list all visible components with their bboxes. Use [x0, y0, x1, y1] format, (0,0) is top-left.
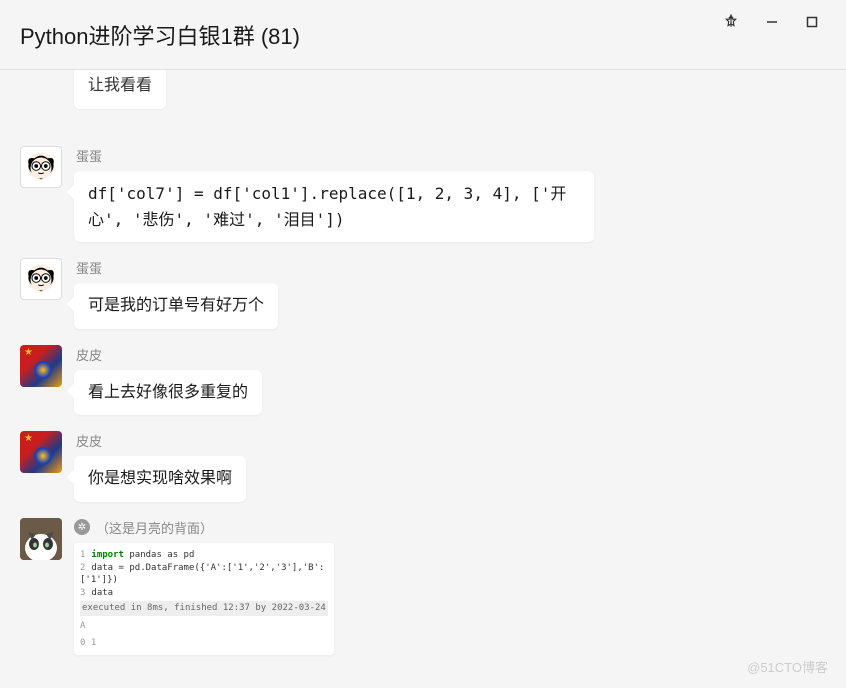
chat-area: 让我看看 蛋蛋 df['col7'] = df['col1'].replace(…: [0, 70, 846, 688]
sender-name: 蛋蛋: [74, 258, 278, 277]
sender-name: （这是月亮的背面）: [96, 518, 213, 537]
avatar[interactable]: [20, 431, 62, 473]
minimize-icon[interactable]: [766, 15, 778, 31]
sender-name: 蛋蛋: [74, 146, 594, 165]
pin-icon[interactable]: [724, 14, 738, 31]
avatar[interactable]: [20, 258, 62, 300]
window-header: Python进阶学习白银1群 (81): [0, 0, 846, 70]
sender-name: 皮皮: [74, 431, 246, 450]
message-row: 皮皮 你是想实现啥效果啊: [0, 423, 846, 510]
message-row: 蛋蛋 df['col7'] = df['col1'].replace([1, 2…: [0, 138, 846, 250]
code-preview: 1import pandas as pd 2data = pd.DataFram…: [80, 549, 328, 649]
maximize-icon[interactable]: [806, 15, 818, 31]
message-bubble: df['col7'] = df['col1'].replace([1, 2, 3…: [74, 171, 594, 242]
window-controls: [724, 14, 818, 31]
avatar[interactable]: [20, 518, 62, 560]
message-row: 皮皮 看上去好像很多重复的: [0, 337, 846, 424]
window-title: Python进阶学习白银1群 (81): [20, 19, 300, 51]
message-bubble: 看上去好像很多重复的: [74, 370, 262, 416]
message-bubble: 可是我的订单号有好万个: [74, 283, 278, 329]
sender-name: 皮皮: [74, 345, 262, 364]
sender-name-row: ✲ （这是月亮的背面）: [74, 518, 334, 537]
badge-icon: ✲: [74, 519, 90, 535]
avatar[interactable]: [20, 345, 62, 387]
message-bubble: 你是想实现啥效果啊: [74, 456, 246, 502]
message-row: 让我看看: [0, 80, 846, 138]
message-row: 蛋蛋 可是我的订单号有好万个: [0, 250, 846, 337]
image-attachment[interactable]: 1import pandas as pd 2data = pd.DataFram…: [74, 543, 334, 655]
avatar[interactable]: [20, 146, 62, 188]
message-row: ✲ （这是月亮的背面） 1import pandas as pd 2data =…: [0, 510, 846, 663]
watermark: @51CTO博客: [747, 657, 828, 676]
message-bubble: 让我看看: [74, 70, 166, 109]
